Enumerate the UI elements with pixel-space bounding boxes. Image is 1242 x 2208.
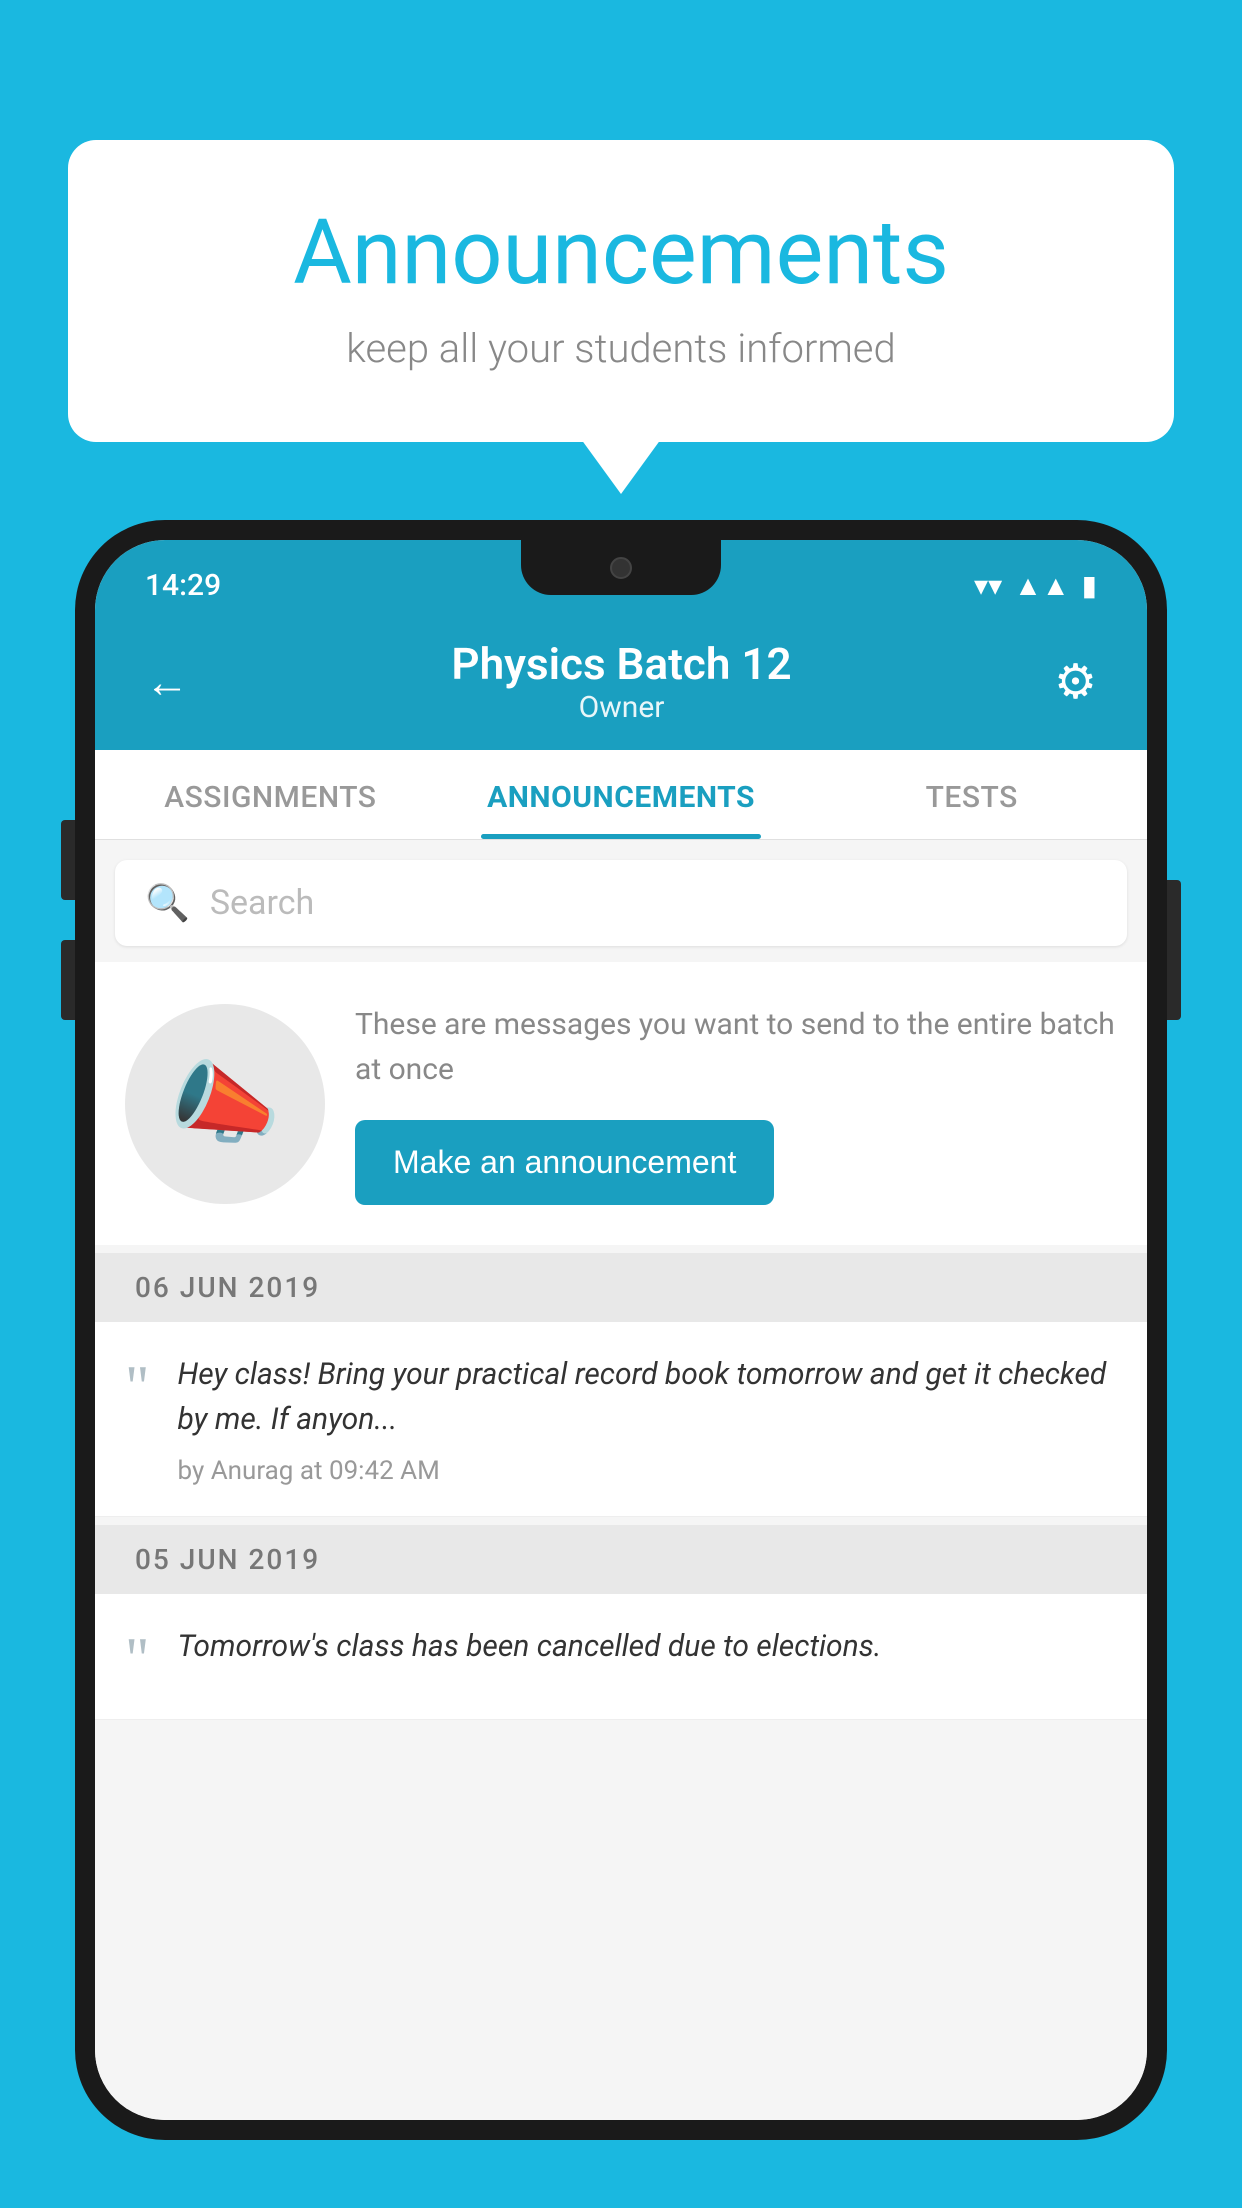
announcement-promo: 📣 These are messages you want to send to… — [95, 962, 1147, 1245]
battery-icon: ▮ — [1082, 569, 1097, 602]
status-icons: ▾▾ ▲▲ ▮ — [974, 569, 1097, 602]
batch-role: Owner — [451, 690, 791, 725]
announcement-content-2: Tomorrow's class has been cancelled due … — [178, 1624, 1118, 1683]
volume-up-button — [61, 820, 75, 900]
announcement-item-2[interactable]: " Tomorrow's class has been cancelled du… — [95, 1594, 1147, 1720]
wifi-icon: ▾▾ — [974, 569, 1002, 602]
status-time: 14:29 — [145, 568, 221, 603]
announcement-item-1[interactable]: " Hey class! Bring your practical record… — [95, 1322, 1147, 1517]
speech-bubble-card: Announcements keep all your students inf… — [68, 140, 1174, 442]
announcement-meta-1: by Anurag at 09:42 AM — [178, 1456, 1118, 1486]
speech-bubble-area: Announcements keep all your students inf… — [68, 140, 1174, 442]
app-header: ← Physics Batch 12 Owner ⚙ — [95, 618, 1147, 750]
signal-icon: ▲▲ — [1014, 569, 1069, 602]
batch-title: Physics Batch 12 — [451, 638, 791, 690]
phone-mockup: 14:29 ▾▾ ▲▲ ▮ ← Physics Batch 12 Owner ⚙ — [75, 520, 1167, 2208]
megaphone-circle: 📣 — [125, 1004, 325, 1204]
front-camera — [610, 557, 632, 579]
announcement-content-1: Hey class! Bring your practical record b… — [178, 1352, 1118, 1486]
phone-outer-frame: 14:29 ▾▾ ▲▲ ▮ ← Physics Batch 12 Owner ⚙ — [75, 520, 1167, 2140]
quote-icon-1: " — [125, 1357, 150, 1417]
tabs-bar: ASSIGNMENTS ANNOUNCEMENTS TESTS — [95, 750, 1147, 840]
tab-tests[interactable]: TESTS — [796, 750, 1147, 839]
tab-announcements[interactable]: ANNOUNCEMENTS — [446, 750, 797, 839]
promo-description: These are messages you want to send to t… — [355, 1002, 1117, 1092]
date-separator-2: 05 JUN 2019 — [95, 1525, 1147, 1594]
search-icon: 🔍 — [145, 882, 190, 924]
promo-right: These are messages you want to send to t… — [355, 1002, 1117, 1205]
bubble-title: Announcements — [148, 200, 1094, 305]
tab-assignments[interactable]: ASSIGNMENTS — [95, 750, 446, 839]
search-bar[interactable]: 🔍 Search — [115, 860, 1127, 946]
quote-icon-2: " — [125, 1629, 150, 1689]
date-separator-1: 06 JUN 2019 — [95, 1253, 1147, 1322]
phone-screen: 14:29 ▾▾ ▲▲ ▮ ← Physics Batch 12 Owner ⚙ — [95, 540, 1147, 2120]
settings-icon[interactable]: ⚙ — [1054, 653, 1097, 710]
phone-notch — [521, 540, 721, 595]
content-area: 🔍 Search 📣 These are messages you want t… — [95, 840, 1147, 2120]
bubble-subtitle: keep all your students informed — [148, 325, 1094, 372]
volume-down-button — [61, 940, 75, 1020]
make-announcement-button[interactable]: Make an announcement — [355, 1120, 774, 1205]
megaphone-icon: 📣 — [169, 1051, 281, 1156]
search-placeholder: Search — [210, 883, 314, 923]
power-button — [1167, 880, 1181, 1020]
announcement-text-2: Tomorrow's class has been cancelled due … — [178, 1624, 1118, 1669]
header-center: Physics Batch 12 Owner — [451, 638, 791, 725]
announcement-text-1: Hey class! Bring your practical record b… — [178, 1352, 1118, 1442]
back-button[interactable]: ← — [145, 656, 189, 708]
